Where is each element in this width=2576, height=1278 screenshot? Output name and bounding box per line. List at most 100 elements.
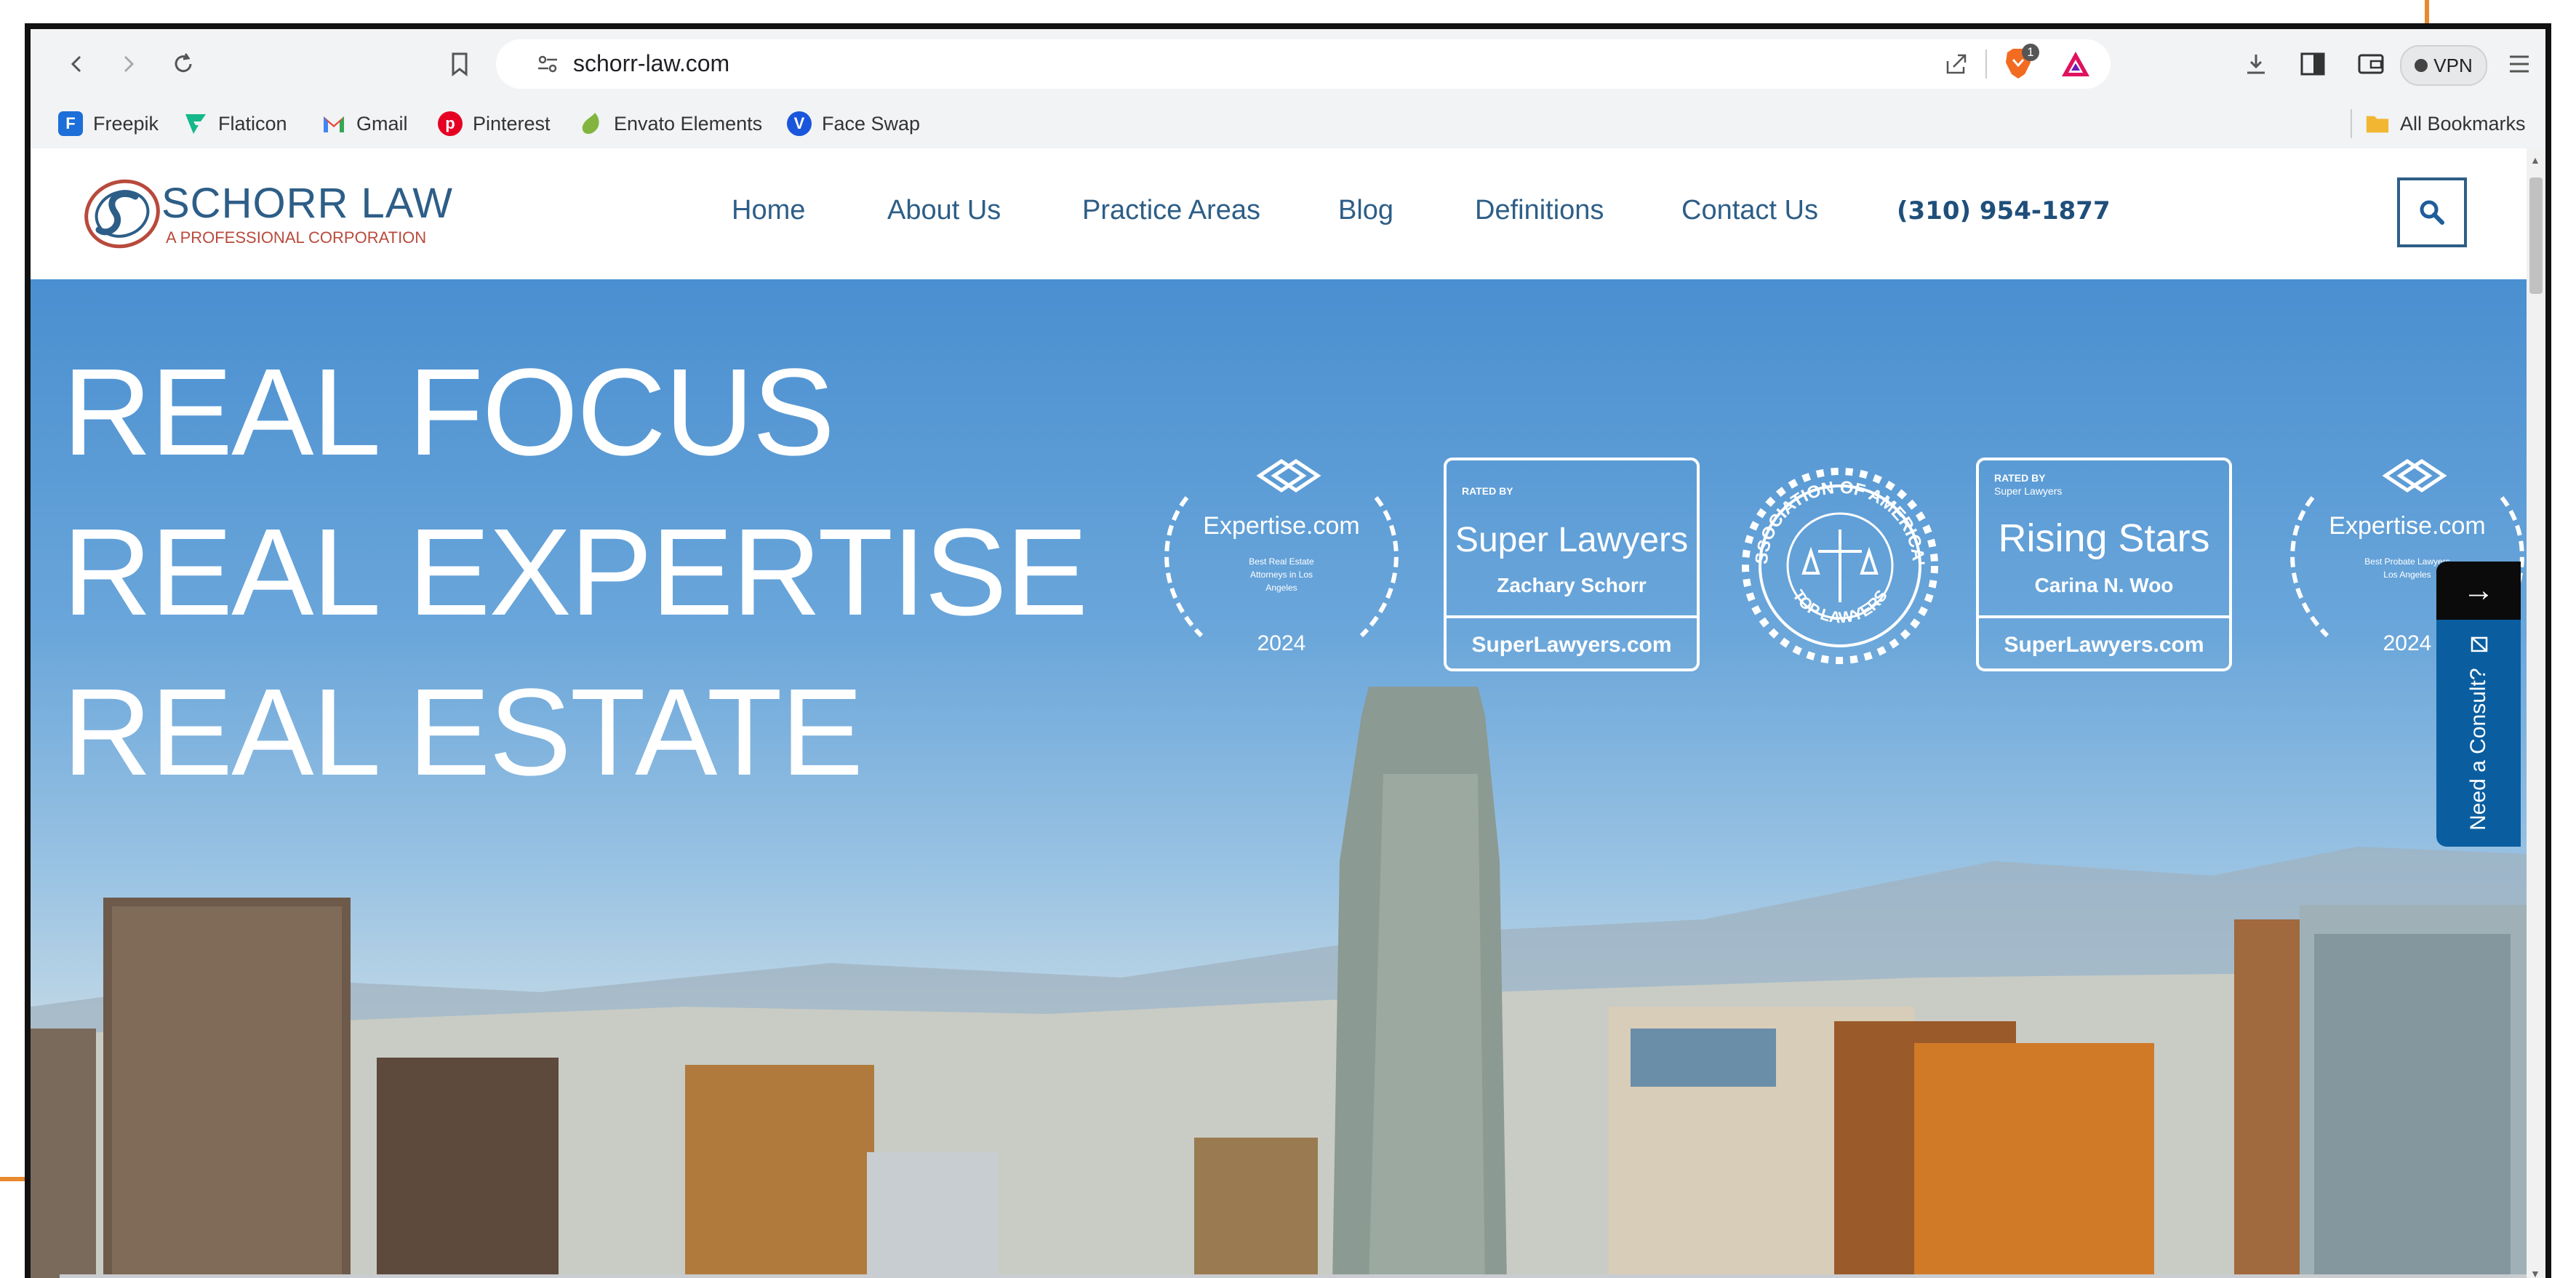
annotation-line-left bbox=[0, 1177, 26, 1181]
svg-text:Best Probate Lawyers: Best Probate Lawyers bbox=[2364, 556, 2449, 567]
site-settings-icon[interactable] bbox=[537, 54, 559, 74]
svg-text:SuperLawyers.com: SuperLawyers.com bbox=[1471, 633, 1671, 657]
bookmark-label: Pinterest bbox=[473, 112, 551, 135]
badge-rising-stars: RATED BY Super Lawyers Rising Stars Cari… bbox=[1976, 458, 2232, 671]
bookmark-gmail[interactable]: Gmail bbox=[321, 109, 408, 138]
badge-1-year: 2024 bbox=[1257, 631, 1306, 655]
nav-practice-areas[interactable]: Practice Areas bbox=[1082, 195, 1260, 226]
badge-super-lawyers: RATED BY Super Lawyers Zachary Schorr Su… bbox=[1444, 458, 1700, 671]
menu-button[interactable] bbox=[2497, 42, 2541, 86]
search-icon bbox=[2420, 200, 2444, 225]
nav-about-us[interactable]: About Us bbox=[887, 195, 1001, 226]
sidebar-button[interactable] bbox=[2291, 42, 2335, 86]
badge-4-title: Rising Stars bbox=[1998, 516, 2209, 560]
divider bbox=[1985, 49, 1987, 79]
envato-icon bbox=[579, 111, 604, 136]
svg-text:Best Real Estate: Best Real Estate bbox=[1249, 556, 1314, 567]
wallet-button[interactable] bbox=[2349, 42, 2393, 86]
svg-text:ASSOCIATION OF AMERICA'S: ASSOCIATION OF AMERICA'S bbox=[1724, 457, 1928, 566]
mail-icon bbox=[2471, 636, 2488, 652]
badge-2-title: Super Lawyers bbox=[1455, 521, 1688, 559]
hero-line-3: REAL ESTATE bbox=[63, 663, 863, 802]
svg-text:Zachary Schorr: Zachary Schorr bbox=[1497, 574, 1647, 596]
hero-line-2: REAL EXPERTISE bbox=[63, 503, 1088, 642]
bookmark-label: Gmail bbox=[356, 112, 408, 135]
share-icon[interactable] bbox=[1943, 51, 1969, 77]
scrollbar-thumb[interactable] bbox=[2529, 177, 2543, 294]
vpn-button[interactable]: VPN bbox=[2400, 45, 2487, 86]
badge-expertise-real-estate: Expertise.com Best Real Estate Attorneys… bbox=[1164, 458, 1399, 655]
all-bookmarks-label: All Bookmarks bbox=[2400, 112, 2526, 135]
phone-number[interactable]: (310) 954-1877 bbox=[1897, 196, 2111, 225]
bookmark-pinterest[interactable]: p Pinterest bbox=[438, 109, 551, 138]
bookmarks-bar: F Freepik Flaticon Gmail p Pinterest Envat… bbox=[31, 99, 2545, 148]
divider bbox=[2351, 109, 2352, 138]
nav-contact-us[interactable]: Contact Us bbox=[1681, 195, 1818, 226]
vpn-label: VPN bbox=[2433, 54, 2473, 76]
bookmark-label: Face Swap bbox=[822, 112, 921, 135]
hamburger-menu-icon bbox=[2510, 55, 2529, 73]
svg-text:Attorneys in Los: Attorneys in Los bbox=[1250, 570, 1313, 580]
site-logo[interactable]: SCHORR LAW A PROFESSIONAL CORPORATION bbox=[80, 170, 458, 257]
arrow-right-icon[interactable]: → bbox=[2436, 562, 2521, 620]
back-button[interactable] bbox=[55, 42, 99, 86]
bookmark-freepik[interactable]: F Freepik bbox=[58, 109, 159, 138]
consult-label: Need a Consult? bbox=[2466, 636, 2491, 831]
svg-text:Los Angeles: Los Angeles bbox=[2383, 570, 2431, 580]
bookmark-label: Flaticon bbox=[218, 112, 287, 135]
need-a-consult-tab[interactable]: → Need a Consult? bbox=[2436, 562, 2521, 847]
back-icon bbox=[71, 55, 81, 73]
svg-text:RATED BY: RATED BY bbox=[1462, 485, 1513, 497]
gmail-icon bbox=[321, 111, 346, 136]
forward-button[interactable] bbox=[106, 42, 150, 86]
flaticon-icon bbox=[183, 111, 208, 136]
svg-text:Expertise.com: Expertise.com bbox=[2329, 512, 2485, 540]
folder-icon bbox=[2365, 111, 2390, 136]
svg-text:RATED BY: RATED BY bbox=[1994, 472, 2046, 484]
badge-top-lawyers: ASSOCIATION OF AMERICA'S TOP LAWYERS bbox=[1724, 457, 1938, 664]
bookmark-envato[interactable]: Envato Elements bbox=[579, 109, 762, 138]
forward-icon bbox=[124, 55, 135, 73]
site-search-button[interactable] bbox=[2397, 177, 2467, 247]
vpn-status-icon bbox=[2415, 59, 2428, 72]
hero-line-1: REAL FOCUS bbox=[63, 343, 835, 482]
wallet-icon bbox=[2358, 54, 2384, 74]
freepik-icon: F bbox=[58, 111, 83, 136]
nav-blog[interactable]: Blog bbox=[1338, 195, 1393, 226]
download-icon bbox=[2247, 55, 2265, 74]
bookmark-label: Envato Elements bbox=[614, 112, 763, 135]
annotation-line-top bbox=[2425, 0, 2429, 23]
all-bookmarks-button[interactable]: All Bookmarks bbox=[2365, 109, 2526, 138]
svg-text:Super Lawyers: Super Lawyers bbox=[1994, 485, 2062, 497]
svg-text:Carina N. Woo: Carina N. Woo bbox=[2035, 574, 2174, 596]
nav-definitions[interactable]: Definitions bbox=[1475, 195, 1604, 226]
scroll-down-icon[interactable]: ▼ bbox=[2530, 1268, 2540, 1278]
sidebar-icon bbox=[2300, 52, 2325, 76]
vertical-scrollbar[interactable]: ▲ ▼ bbox=[2527, 148, 2545, 1278]
bookmark-flaticon[interactable]: Flaticon bbox=[183, 109, 287, 138]
svg-text:2024: 2024 bbox=[2383, 631, 2432, 655]
url-text[interactable]: schorr-law.com bbox=[573, 50, 729, 77]
reload-icon bbox=[175, 53, 192, 73]
downloads-button[interactable] bbox=[2234, 42, 2278, 86]
svg-text:SuperLawyers.com: SuperLawyers.com bbox=[2004, 633, 2204, 657]
logo-tagline: A PROFESSIONAL CORPORATION bbox=[166, 228, 427, 247]
browser-toolbar: schorr-law.com 1 VPN bbox=[31, 29, 2545, 99]
brave-rewards-icon[interactable] bbox=[2060, 49, 2092, 79]
address-bar[interactable]: schorr-law.com 1 bbox=[496, 39, 2111, 89]
badge-1-title: Expertise.com bbox=[1203, 512, 1359, 540]
brave-shields-button[interactable]: 1 bbox=[2003, 44, 2039, 81]
nav-home[interactable]: Home bbox=[732, 195, 805, 226]
bookmark-page-button[interactable] bbox=[438, 42, 481, 86]
bookmark-icon bbox=[452, 52, 468, 76]
webpage: SCHORR LAW A PROFESSIONAL CORPORATION Ho… bbox=[31, 148, 2527, 1278]
reload-button[interactable] bbox=[161, 42, 205, 86]
horizontal-scrollbar[interactable] bbox=[60, 1274, 2527, 1278]
scroll-up-icon[interactable]: ▲ bbox=[2530, 154, 2540, 166]
logo-name: SCHORR LAW bbox=[161, 180, 453, 227]
faceswap-icon: V bbox=[787, 111, 812, 136]
bookmark-label: Freepik bbox=[93, 112, 159, 135]
schorr-logo-icon bbox=[84, 179, 160, 249]
pinterest-icon: p bbox=[438, 111, 463, 136]
bookmark-faceswap[interactable]: V Face Swap bbox=[787, 109, 920, 138]
